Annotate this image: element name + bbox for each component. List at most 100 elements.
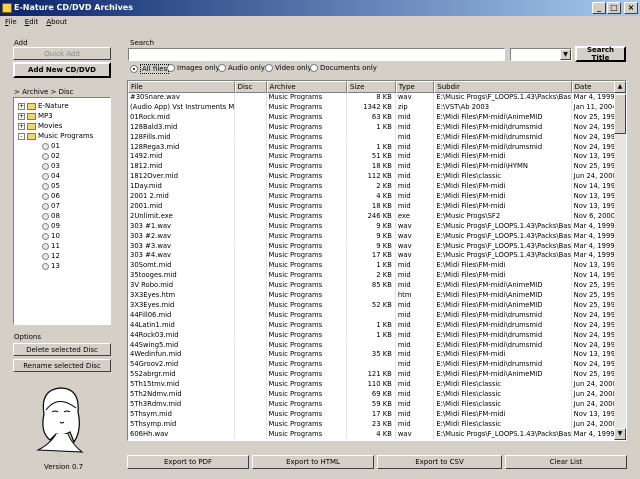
menu-edit[interactable]: Edit bbox=[25, 18, 39, 29]
menu-about[interactable]: About bbox=[46, 18, 67, 29]
table-row[interactable]: 3V Robo.mid Music Programs 85 KB mid E:\Midi… bbox=[128, 281, 626, 291]
scroll-up-icon[interactable]: ▲ bbox=[614, 81, 626, 93]
table-row[interactable]: 128Rega3.mid Music Programs 1 KB mid E:\Midi… bbox=[128, 142, 626, 153]
table-row[interactable]: 3X3Eyes.htm Music Programs htm E:\Midi File… bbox=[128, 291, 626, 301]
table-row[interactable]: 633Sqdm.mid Music Programs75 KBmidE:\Midi… bbox=[128, 439, 626, 440]
tree-item[interactable]: + Movies bbox=[18, 121, 62, 131]
filter-all-files[interactable]: All files bbox=[130, 64, 170, 74]
table-row[interactable]: (Audio App) Vst Instruments Mer... Music … bbox=[128, 102, 626, 113]
tree-item[interactable]: 12 bbox=[42, 251, 60, 261]
table-row[interactable]: 303 #4.wav Music Programs 17 KB wav E:\Music… bbox=[128, 251, 626, 262]
table-row[interactable]: 2001.mid Music Programs 18 KB mid E:\Midi Fi… bbox=[128, 201, 626, 212]
table-row[interactable]: 5Thsym.mid Music Programs 17 KB mid E:\Midi … bbox=[128, 409, 626, 420]
file-table[interactable]: File Disc Archive Size Type Subdir Date #30Sna… bbox=[127, 80, 627, 441]
col-file-header[interactable]: File bbox=[128, 81, 235, 93]
table-row[interactable]: 5S2abrgr.mid Music Programs 121 KB mid E:\Mi… bbox=[128, 370, 626, 381]
expand-icon[interactable]: + bbox=[18, 122, 25, 130]
quick-add-button[interactable]: Quick Add bbox=[13, 47, 111, 60]
minimize-icon[interactable]: _ bbox=[592, 2, 606, 14]
menu-file[interactable]: File bbox=[5, 18, 17, 29]
vertical-scrollbar[interactable]: ▲ ▼ bbox=[614, 81, 626, 440]
table-row[interactable]: 3X3Eyes.mid Music Programs 52 KB mid E:\Midi… bbox=[128, 300, 626, 311]
table-row[interactable]: 1492.mid Music Programs 51 KB mid E:\Midi Fi… bbox=[128, 152, 626, 163]
collapse-icon[interactable]: - bbox=[18, 132, 25, 140]
expand-icon[interactable]: + bbox=[18, 112, 25, 120]
scroll-thumb[interactable] bbox=[614, 94, 626, 134]
tree-item[interactable]: 02 bbox=[42, 151, 60, 161]
radio-icon[interactable] bbox=[310, 64, 318, 72]
table-row[interactable]: 1812.mid Music Programs 18 KB mid E:\Midi Fi… bbox=[128, 162, 626, 173]
tree-item[interactable]: 07 bbox=[42, 201, 60, 211]
export-csv-button[interactable]: Export to CSV bbox=[377, 455, 502, 469]
chevron-down-icon[interactable]: ▼ bbox=[560, 49, 571, 60]
scroll-down-icon[interactable]: ▼ bbox=[614, 428, 626, 440]
search-title-button[interactable]: Search Title bbox=[575, 46, 626, 62]
col-size-header[interactable]: Size bbox=[347, 81, 396, 93]
export-html-button[interactable]: Export to HTML bbox=[252, 455, 374, 469]
tree-item[interactable]: 06 bbox=[42, 191, 60, 201]
search-input[interactable] bbox=[128, 48, 505, 61]
table-row[interactable]: 01Rock.mid Music Programs 63 KB mid E:\Midi … bbox=[128, 112, 626, 123]
col-type-header[interactable]: Type bbox=[395, 81, 435, 93]
search-scope-select[interactable]: ▼ bbox=[510, 48, 572, 61]
clear-list-button[interactable]: Clear List bbox=[505, 455, 627, 469]
col-archive-header[interactable]: Archive bbox=[266, 81, 348, 93]
tree-item[interactable]: + E-Nature bbox=[18, 101, 69, 111]
filter-images-only[interactable]: Images only bbox=[167, 64, 220, 72]
radio-icon[interactable] bbox=[218, 64, 226, 72]
col-subdir-header[interactable]: Subdir bbox=[434, 81, 572, 93]
title-bar[interactable]: E-Nature CD/DVD Archives _ □ × bbox=[0, 0, 640, 16]
export-pdf-button[interactable]: Export to PDF bbox=[127, 455, 249, 469]
filter-audio-only[interactable]: Audio only bbox=[218, 64, 265, 72]
tree-item[interactable]: 08 bbox=[42, 211, 60, 221]
expand-icon[interactable]: + bbox=[18, 102, 25, 110]
table-row[interactable]: 44Swing5.mid Music Programs mid E:\Midi Fil… bbox=[128, 340, 626, 351]
filter-documents-only[interactable]: Documents only bbox=[310, 64, 377, 72]
tree-item[interactable]: 11 bbox=[42, 241, 60, 251]
radio-icon[interactable] bbox=[167, 64, 175, 72]
table-row[interactable]: 303 #3.wav Music Programs 9 KB wav E:\Music … bbox=[128, 241, 626, 252]
table-row[interactable]: 128Fills.mid Music Programs mid E:\Midi Fil… bbox=[128, 132, 626, 143]
radio-icon[interactable] bbox=[130, 65, 138, 73]
table-row[interactable]: 2001 2.mid Music Programs 4 KB mid E:\Midi F… bbox=[128, 192, 626, 202]
table-row[interactable]: 35tooges.mid Music Programs 2 KB mid E:\Midi… bbox=[128, 271, 626, 282]
tree-item[interactable]: 01 bbox=[42, 141, 60, 151]
table-row[interactable]: 4Wedinfun.mid Music Programs 35 KB mid E:\Mi… bbox=[128, 350, 626, 361]
col-disc-header[interactable]: Disc bbox=[234, 81, 267, 93]
tree-item[interactable]: 05 bbox=[42, 181, 60, 191]
delete-disc-button[interactable]: Delete selected Disc bbox=[13, 343, 111, 356]
table-row[interactable]: 1812Over.mid Music Programs 112 KB mid E:\Mi… bbox=[128, 172, 626, 183]
table-row[interactable]: 5Th2Ndmv.mid Music Programs 69 KB mid E:\Mid… bbox=[128, 390, 626, 400]
col-size-cell: 4 KB bbox=[347, 429, 396, 440]
tree-item[interactable]: - Music Programs bbox=[18, 131, 93, 141]
table-row[interactable]: 44Latin1.mid Music Programs 1 KB mid E:\Midi… bbox=[128, 320, 626, 331]
col-disc-cell bbox=[235, 192, 267, 202]
close-icon[interactable]: × bbox=[624, 2, 638, 14]
table-row[interactable]: 30Somt.mid Music Programs 1 KB mid E:\Midi F… bbox=[128, 261, 626, 272]
table-row[interactable]: 2Unlimit.exe Music Programs 246 KB exe E:\Mu… bbox=[128, 211, 626, 222]
table-row[interactable]: 54Groov2.mid Music Programs mid E:\Midi Fil… bbox=[128, 360, 626, 371]
radio-icon[interactable] bbox=[265, 64, 273, 72]
table-row[interactable]: 44Fill06.mid Music Programs mid E:\Midi Fil… bbox=[128, 310, 626, 321]
table-row[interactable]: 606Hh.wav Music Programs 4 KB wav E:\Music P… bbox=[128, 429, 626, 440]
table-row[interactable]: #30Snare.wav Music Programs 8 KB wav E:\Musi… bbox=[128, 93, 626, 103]
tree-item[interactable]: 04 bbox=[42, 171, 60, 181]
table-row[interactable]: 5Th15tmv.mid Music Programs 110 KB mid E:\Mi… bbox=[128, 380, 626, 390]
archive-tree[interactable]: + E-Nature + MP3 + Movies - Music Programs 01 02 0… bbox=[13, 97, 111, 325]
tree-item[interactable]: 10 bbox=[42, 231, 60, 241]
table-row[interactable]: 128Bald3.mid Music Programs 1 KB mid E:\Midi… bbox=[128, 122, 626, 133]
add-new-disc-button[interactable]: Add New CD/DVD bbox=[13, 62, 111, 78]
tree-item[interactable]: 13 bbox=[42, 261, 60, 271]
table-row[interactable]: 5Th3Rdmv.mid Music Programs 59 KB mid E:\Mid… bbox=[128, 399, 626, 410]
tree-item[interactable]: + MP3 bbox=[18, 111, 53, 121]
filter-video-only[interactable]: Video only bbox=[265, 64, 312, 72]
table-row[interactable]: 303 #2.wav Music Programs 9 KB wav E:\Music … bbox=[128, 231, 626, 242]
maximize-icon[interactable]: □ bbox=[607, 2, 621, 14]
tree-item[interactable]: 09 bbox=[42, 221, 60, 231]
table-row[interactable]: 44Rock03.mid Music Programs 1 KB mid E:\Midi… bbox=[128, 330, 626, 341]
rename-disc-button[interactable]: Rename selected Disc bbox=[13, 359, 111, 372]
tree-item[interactable]: 03 bbox=[42, 161, 60, 171]
table-row[interactable]: 1Day.mid Music Programs 2 KB mid E:\Midi Fil… bbox=[128, 182, 626, 192]
table-row[interactable]: 5Thsymp.mid Music Programs 23 KB mid E:\Midi… bbox=[128, 419, 626, 430]
table-row[interactable]: 303 #1.wav Music Programs 9 KB wav E:\Music … bbox=[128, 221, 626, 232]
